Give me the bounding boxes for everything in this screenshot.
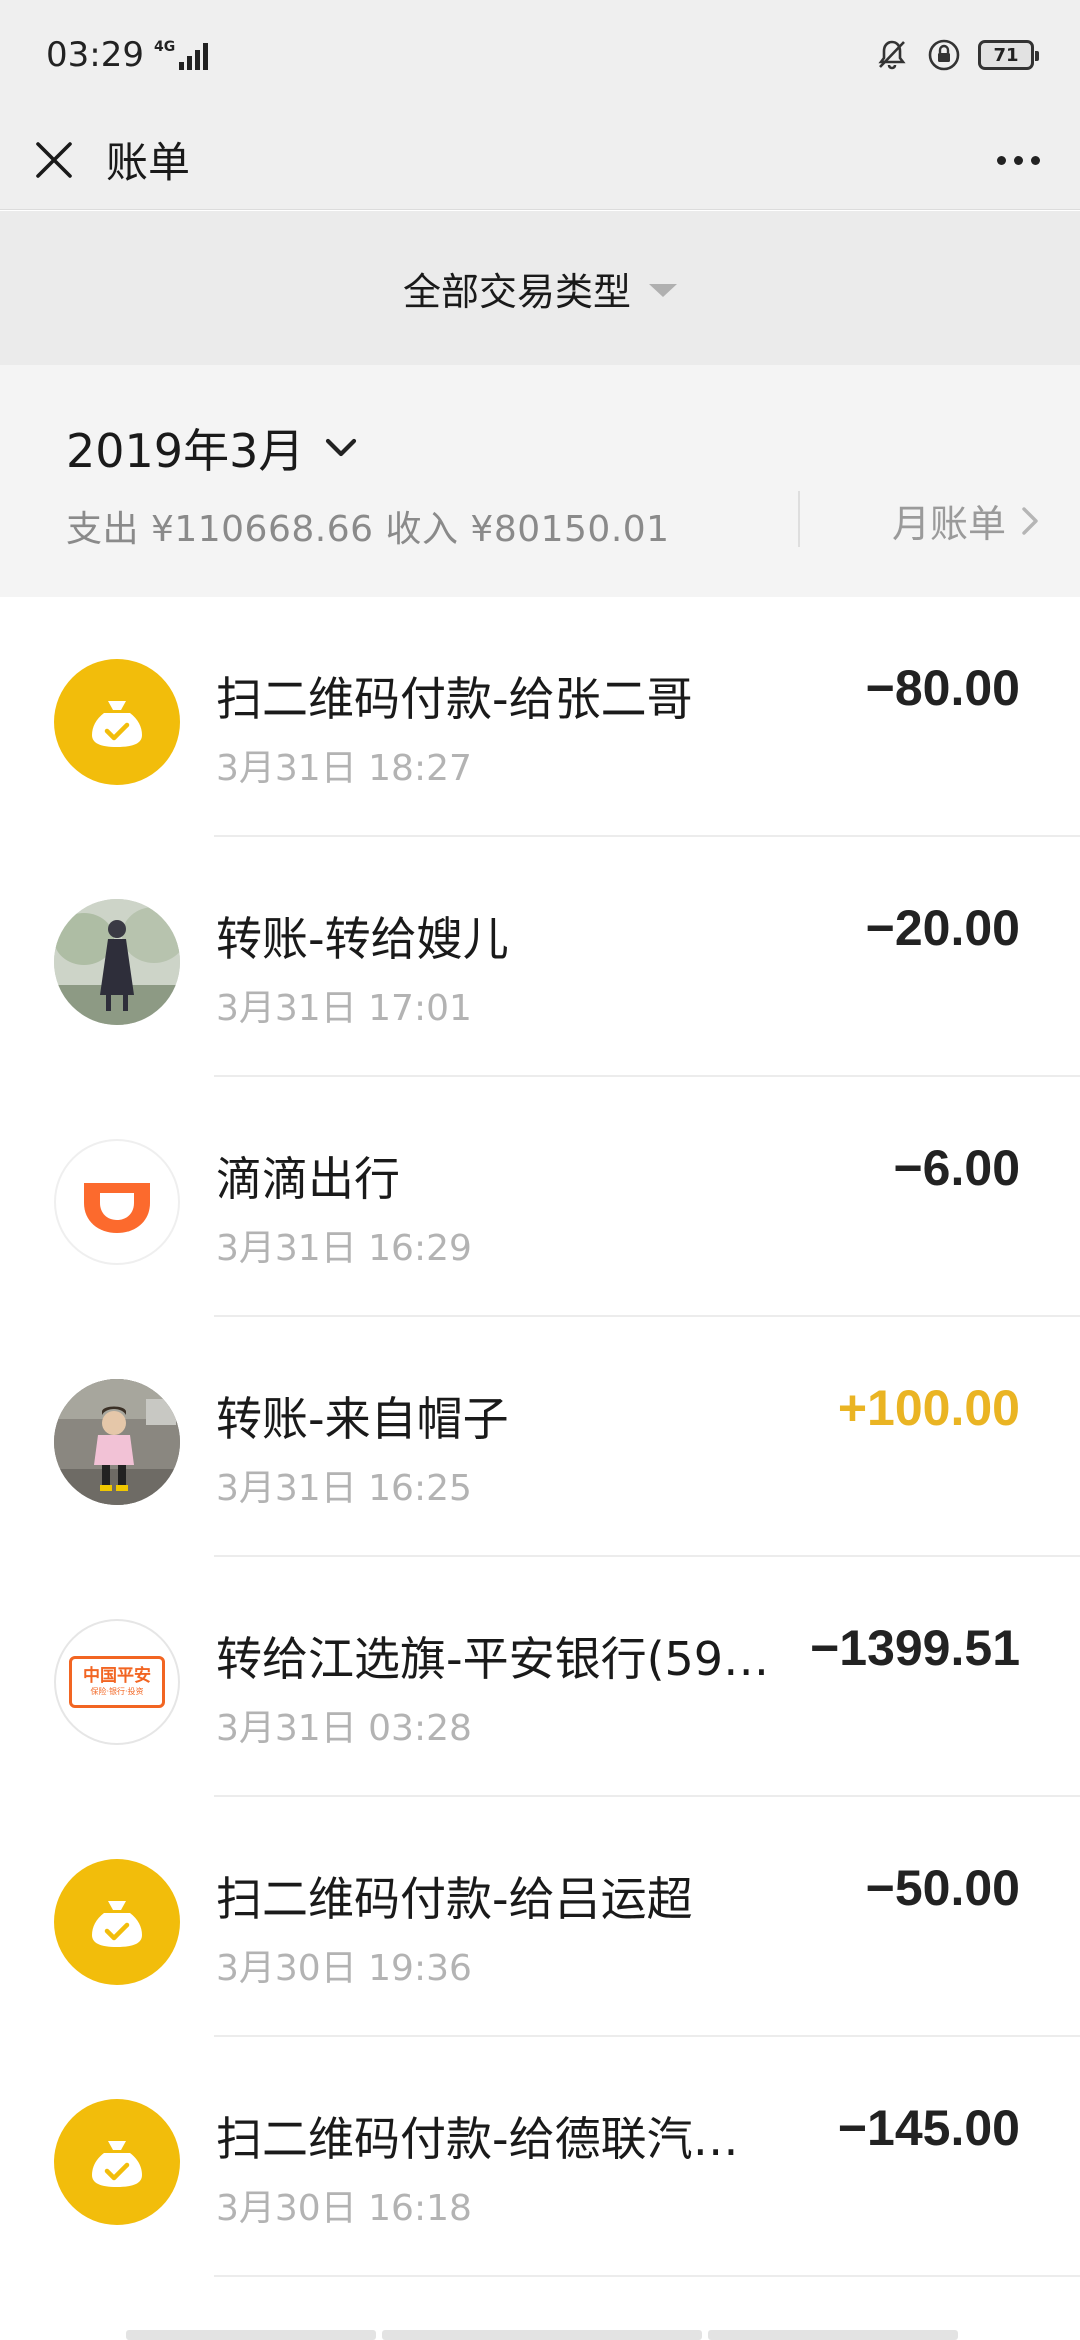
transaction-title: 转给江选旗-平安银行(59… [216, 1632, 770, 1686]
transaction-title: 滴滴出行 [216, 1152, 400, 1206]
transaction-title: 转账-来自帽子 [216, 1392, 509, 1446]
transaction-row[interactable]: 转账-来自帽子 3月31日 16:25 +100.00 [0, 1317, 1080, 1557]
transaction-time: 3月31日 16:25 [216, 1468, 472, 1509]
more-icon-dot [1030, 155, 1040, 165]
wallet-icon [54, 1859, 180, 1985]
month-summary-section: 2019年3月 支出 ¥110668.66 收入 ¥80150.01 月账单 [0, 365, 1080, 597]
toolbar-segment [126, 2330, 376, 2340]
transaction-amount: −80.00 [865, 660, 1020, 716]
chevron-right-icon [1022, 506, 1038, 535]
transaction-amount: −20.00 [865, 900, 1020, 956]
transaction-type-filter[interactable]: 全部交易类型 [403, 261, 677, 316]
caret-down-icon [649, 283, 677, 297]
transaction-time: 3月31日 18:27 [216, 748, 472, 789]
wallet-icon [54, 2099, 180, 2225]
rotation-lock-icon [928, 39, 960, 71]
signal-icon [179, 42, 209, 70]
pingan-bank-logo: 中国平安 保险·银行·投资 [54, 1619, 180, 1745]
more-icon-dot [1013, 155, 1023, 165]
transaction-amount: +100.00 [837, 1380, 1020, 1436]
divider [798, 491, 800, 547]
transaction-row[interactable]: 滴滴出行 3月31日 16:29 −6.00 [0, 1077, 1080, 1317]
transaction-list: 扫二维码付款-给张二哥 3月31日 18:27 −80.00 转账-转给嫂儿 3… [0, 597, 1080, 2277]
mute-bell-icon [878, 40, 906, 70]
transaction-row[interactable]: 扫二维码付款-给吕运超 3月30日 19:36 −50.00 [0, 1797, 1080, 2037]
network-type: 4G [153, 39, 176, 55]
transaction-row[interactable]: 扫二维码付款-给德联汽… 3月30日 16:18 −145.00 [0, 2037, 1080, 2277]
transaction-time: 3月31日 16:29 [216, 1228, 472, 1269]
row-divider [214, 2275, 1080, 2277]
status-right: 71 [874, 37, 1039, 73]
transaction-amount: −1399.51 [810, 1620, 1020, 1676]
transaction-title: 扫二维码付款-给吕运超 [216, 1872, 693, 1926]
month-label: 2019年3月 [66, 424, 305, 478]
close-button[interactable] [22, 128, 86, 192]
status-bar: 03:29 4G 71 [0, 0, 1080, 110]
battery-icon: 71 [978, 40, 1039, 70]
month-totals: 支出 ¥110668.66 收入 ¥80150.01 [66, 509, 670, 550]
transaction-time: 3月31日 03:28 [216, 1708, 472, 1749]
transaction-row[interactable]: 转账-转给嫂儿 3月31日 17:01 −20.00 [0, 837, 1080, 1077]
status-time: 03:29 [46, 35, 144, 75]
battery-level: 71 [993, 44, 1019, 66]
wallet-icon [54, 659, 180, 785]
toolbar-segment [382, 2330, 702, 2340]
transaction-row[interactable]: 扫二维码付款-给张二哥 3月31日 18:27 −80.00 [0, 597, 1080, 837]
logo-text: 中国平安 [83, 1666, 151, 1686]
more-button[interactable] [986, 128, 1050, 192]
monthly-bill-link[interactable]: 月账单 [892, 493, 1040, 548]
transaction-amount: −6.00 [893, 1140, 1020, 1196]
transaction-time: 3月31日 17:01 [216, 988, 472, 1029]
transaction-amount: −145.00 [837, 2100, 1020, 2156]
transaction-title: 扫二维码付款-给张二哥 [216, 672, 693, 726]
transaction-title: 转账-转给嫂儿 [216, 912, 509, 966]
transaction-amount: −50.00 [865, 1860, 1020, 1916]
filter-bar: 全部交易类型 [0, 211, 1080, 365]
title-bar: 账单 [0, 110, 1080, 210]
user-avatar [54, 899, 180, 1025]
toolbar-segment [708, 2330, 958, 2340]
monthly-bill-label: 月账单 [891, 502, 1006, 546]
more-icon-dot [996, 155, 1006, 165]
chevron-down-icon [326, 438, 357, 457]
month-picker[interactable]: 2019年3月 [66, 415, 358, 481]
close-icon [36, 141, 72, 178]
filter-label: 全部交易类型 [402, 269, 631, 314]
logo-subtext: 保险·银行·投资 [90, 1687, 144, 1696]
transaction-row[interactable]: 中国平安 保险·银行·投资 转给江选旗-平安银行(59… 3月31日 03:28… [0, 1557, 1080, 1797]
user-avatar [54, 1379, 180, 1505]
transaction-time: 3月30日 19:36 [216, 1948, 472, 1989]
page-title: 账单 [106, 138, 191, 187]
transaction-title: 扫二维码付款-给德联汽… [216, 2112, 739, 2166]
transaction-time: 3月30日 16:18 [216, 2188, 472, 2229]
didi-logo [54, 1139, 180, 1265]
bottom-toolbar-edge [0, 2330, 1080, 2340]
network-indicator: 4G [153, 39, 209, 70]
status-left: 03:29 4G [46, 35, 209, 75]
